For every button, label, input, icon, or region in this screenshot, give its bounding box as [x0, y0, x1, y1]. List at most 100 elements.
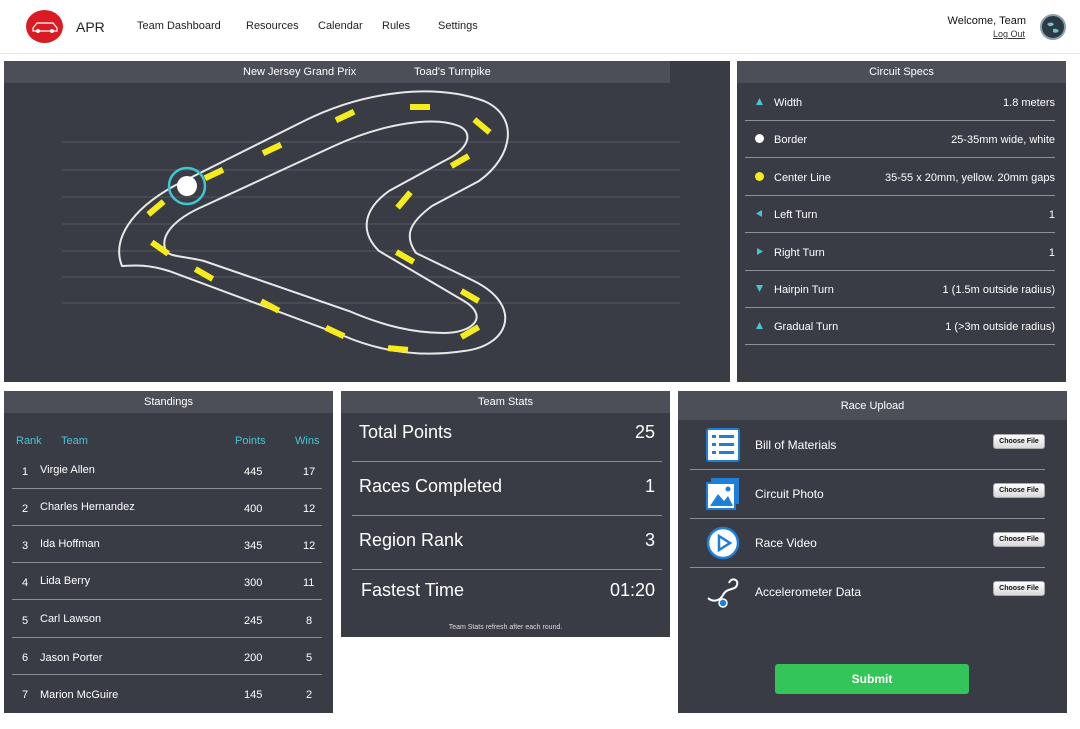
rank-cell: 2: [22, 503, 29, 515]
choose-file-button[interactable]: Choose File: [993, 483, 1045, 498]
nav-team-dashboard[interactable]: Team Dashboard: [137, 20, 221, 32]
stat-value: 3: [644, 530, 655, 550]
stat-row-fastest-time: Fastest Time 01:20: [352, 570, 662, 610]
nav-rules[interactable]: Rules: [382, 20, 410, 32]
wins-cell: 12: [303, 503, 316, 515]
col-wins-header[interactable]: Wins: [295, 435, 319, 447]
photo-icon: [706, 478, 739, 510]
spec-label: Width: [774, 97, 803, 109]
track-center-line: [146, 104, 492, 353]
col-points-header[interactable]: Points: [235, 435, 266, 447]
wins-cell: 8: [306, 615, 313, 627]
wins-cell: 2: [306, 689, 313, 701]
upload-label: Race Video: [755, 536, 817, 550]
play-video-icon: [706, 526, 740, 560]
table-row[interactable]: 6 Jason Porter 200 5: [12, 638, 322, 675]
spec-label: Right Turn: [774, 247, 825, 259]
choose-file-button[interactable]: Choose File: [993, 532, 1045, 547]
logout-link[interactable]: Log Out: [993, 29, 1025, 39]
spec-row-center-line: Center Line 35-55 x 20mm, yellow. 20mm g…: [745, 159, 1055, 196]
col-team-header[interactable]: Team: [61, 435, 88, 447]
stat-row-region-rank: Region Rank 3: [352, 516, 662, 570]
points-cell: 200: [244, 652, 263, 664]
spec-value: 1.8 meters: [1003, 97, 1055, 109]
upload-row-accelerometer-data: Accelerometer Data Choose File: [690, 567, 1045, 617]
upload-row-circuit-photo: Circuit Photo Choose File: [690, 469, 1045, 519]
spec-row-hairpin-turn: Hairpin Turn 1 (1.5m outside radius): [745, 271, 1055, 308]
team-cell: Ida Hoffman: [40, 538, 100, 550]
standings-panel: Standings Rank Team Points Wins 1 Virgie…: [4, 391, 333, 713]
spec-label: Center Line: [774, 172, 831, 184]
table-row[interactable]: 5 Carl Lawson 245 8: [12, 601, 322, 638]
upload-row-race-video: Race Video Choose File: [690, 518, 1045, 568]
choose-file-button[interactable]: Choose File: [993, 581, 1045, 596]
triangle-down-icon: [756, 285, 763, 292]
circuit-map-panel: New Jersey Grand Prix Toad's Turnpike: [4, 61, 730, 382]
stat-label: Fastest Time: [361, 580, 465, 600]
spec-row-width: Width 1.8 meters: [745, 84, 1055, 121]
stat-row-races-completed: Races Completed 1: [352, 462, 662, 516]
team-cell: Virgie Allen: [40, 464, 95, 476]
spec-row-right-turn: Right Turn 1: [745, 234, 1055, 271]
team-cell: Carl Lawson: [40, 613, 102, 625]
points-cell: 300: [244, 577, 263, 589]
upload-label: Circuit Photo: [755, 487, 824, 501]
spec-value: 1: [1048, 247, 1055, 259]
top-bar: APR Team Dashboard Resources Calendar Ru…: [0, 0, 1080, 54]
rank-cell: 5: [22, 615, 29, 627]
submit-button[interactable]: Submit: [775, 664, 969, 694]
yellow-dot-icon: [755, 172, 764, 181]
nav-resources[interactable]: Resources: [246, 20, 299, 32]
team-stats-panel: Team Stats Total Points 25 Races Complet…: [341, 391, 670, 637]
nav-calendar[interactable]: Calendar: [318, 20, 363, 32]
spec-value: 25-35mm wide, white: [951, 134, 1055, 146]
table-row[interactable]: 4 Lida Berry 300 11: [12, 563, 322, 600]
triangle-left-icon: [756, 210, 762, 217]
specs-title: Circuit Specs: [737, 61, 1066, 83]
spec-row-gradual-turn: Gradual Turn 1 (>3m outside radius): [745, 308, 1055, 345]
points-cell: 445: [244, 466, 263, 478]
table-row[interactable]: 1 Virgie Allen 445 17: [12, 452, 322, 489]
spec-row-border: Border 25-35mm wide, white: [745, 121, 1055, 158]
spec-row-left-turn: Left Turn 1: [745, 196, 1055, 233]
welcome-text: Welcome, Team: [947, 15, 1026, 27]
upload-row-bill-of-materials: Bill of Materials Choose File: [690, 420, 1045, 470]
choose-file-button[interactable]: Choose File: [993, 434, 1045, 449]
stat-row-total-points: Total Points 25: [352, 408, 662, 462]
apr-logo[interactable]: [26, 10, 63, 43]
col-rank-header[interactable]: Rank: [16, 435, 42, 447]
stat-label: Total Points: [359, 422, 453, 442]
spec-value: 1 (>3m outside radius): [945, 321, 1055, 333]
spec-value: 1: [1048, 209, 1055, 221]
spec-label: Border: [774, 134, 808, 146]
spec-label: Left Turn: [774, 209, 818, 221]
points-cell: 145: [244, 689, 263, 701]
table-row[interactable]: 3 Ida Hoffman 345 12: [12, 526, 322, 563]
upload-label: Accelerometer Data: [755, 585, 862, 599]
list-document-icon: [706, 428, 740, 462]
points-cell: 345: [244, 540, 263, 552]
stat-value: 01:20: [609, 580, 655, 600]
spec-label: Gradual Turn: [774, 321, 839, 333]
spec-value: 1 (1.5m outside radius): [942, 284, 1056, 296]
stat-label: Races Completed: [359, 476, 503, 496]
globe-avatar-icon[interactable]: [1040, 14, 1066, 40]
team-cell: Jason Porter: [40, 652, 103, 664]
triangle-right-icon: [757, 248, 763, 255]
rank-cell: 4: [22, 577, 29, 589]
race-upload-panel: Race Upload Bill of Materials Choose Fil…: [678, 391, 1067, 713]
team-cell: Marion McGuire: [40, 689, 119, 701]
triangle-up-icon: [756, 322, 763, 329]
rank-cell: 6: [22, 652, 29, 664]
stat-label: Region Rank: [359, 530, 464, 550]
stats-refresh-note: Team Stats refresh after each round.: [448, 624, 563, 631]
wins-cell: 17: [303, 466, 316, 478]
standings-title: Standings: [4, 391, 333, 413]
brand-name: APR: [76, 19, 105, 35]
nav-settings[interactable]: Settings: [438, 20, 478, 32]
stethoscope-sensor-icon: [707, 578, 739, 608]
table-row[interactable]: 2 Charles Hernandez 400 12: [12, 489, 322, 526]
track-map: [62, 90, 680, 355]
table-row[interactable]: 7 Marion McGuire 145 2: [12, 675, 322, 712]
wins-cell: 11: [303, 577, 315, 589]
